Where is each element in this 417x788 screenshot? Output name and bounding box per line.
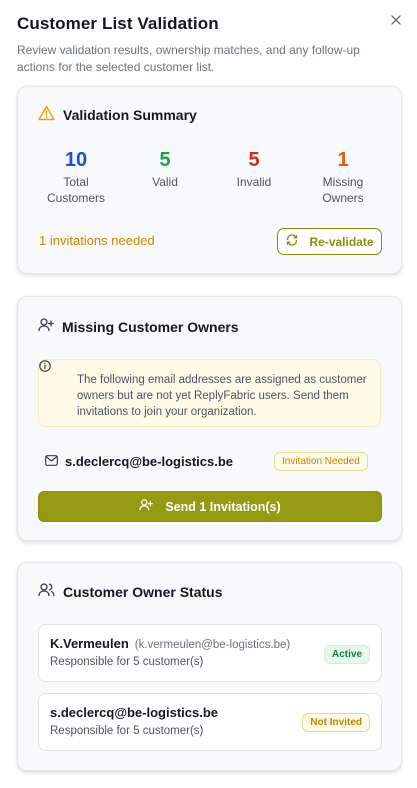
- missing-owners-card: Missing Customer Owners The following em…: [17, 296, 402, 541]
- invitation-needed-badge: Invitation Needed: [274, 452, 368, 471]
- revalidate-label: Re-validate: [309, 234, 374, 249]
- owner-name: K.Vermeulen: [50, 636, 129, 651]
- info-notice: The following email addresses are assign…: [38, 359, 381, 427]
- dialog-title: Customer List Validation: [17, 14, 219, 33]
- owner-status-title: Customer Owner Status: [63, 583, 223, 600]
- summary-title: Validation Summary: [63, 106, 197, 123]
- send-invitations-label: Send 1 Invitation(s): [165, 499, 281, 514]
- mail-icon: [45, 454, 65, 469]
- owner-responsible: Responsible for 5 customer(s): [50, 725, 204, 737]
- missing-owner-email: s.declercq@be-logistics.be: [65, 453, 234, 469]
- status-badge: Not Invited: [302, 713, 370, 732]
- dialog-header: Customer List Validation Review validati…: [17, 14, 397, 76]
- invitations-needed-text: 1 invitations needed: [39, 233, 155, 248]
- stat-invalid: 5 Invalid: [236, 149, 272, 189]
- owner-item: s.declercq@be-logistics.be Responsible f…: [38, 693, 382, 751]
- status-badge: Active: [323, 645, 370, 664]
- refresh-icon: [285, 233, 309, 250]
- stat-valid: 5 Valid: [152, 149, 178, 189]
- user-plus-icon: [139, 498, 165, 515]
- users-icon: [38, 582, 63, 601]
- missing-owners-title: Missing Customer Owners: [62, 318, 239, 335]
- close-icon[interactable]: [389, 13, 403, 27]
- owner-status-card: Customer Owner Status K.Vermeulen (k.verm…: [17, 562, 402, 771]
- stat-total-customers: 10 Total Customers: [46, 149, 105, 205]
- validation-summary-card: Validation Summary 10 Total Customers 5 …: [17, 86, 402, 274]
- send-invitations-button[interactable]: Send 1 Invitation(s): [38, 491, 382, 522]
- owner-item: K.Vermeulen (k.vermeulen@be-logistics.be)…: [38, 624, 382, 682]
- user-plus-icon: [38, 317, 62, 336]
- warning-icon: [38, 105, 63, 124]
- stat-missing-owners: 1 Missing Owners: [322, 149, 364, 205]
- owner-responsible: Responsible for 5 customer(s): [50, 656, 204, 668]
- summary-stats: 10 Total Customers 5 Valid 5 Invalid 1 M…: [18, 149, 401, 209]
- owner-email: (k.vermeulen@be-logistics.be): [134, 639, 291, 651]
- notice-text: The following email addresses are assign…: [77, 374, 367, 418]
- dialog-subtitle: Review validation results, ownership mat…: [17, 43, 360, 74]
- revalidate-button[interactable]: Re-validate: [277, 228, 382, 255]
- owner-name: s.declercq@be-logistics.be: [50, 705, 219, 720]
